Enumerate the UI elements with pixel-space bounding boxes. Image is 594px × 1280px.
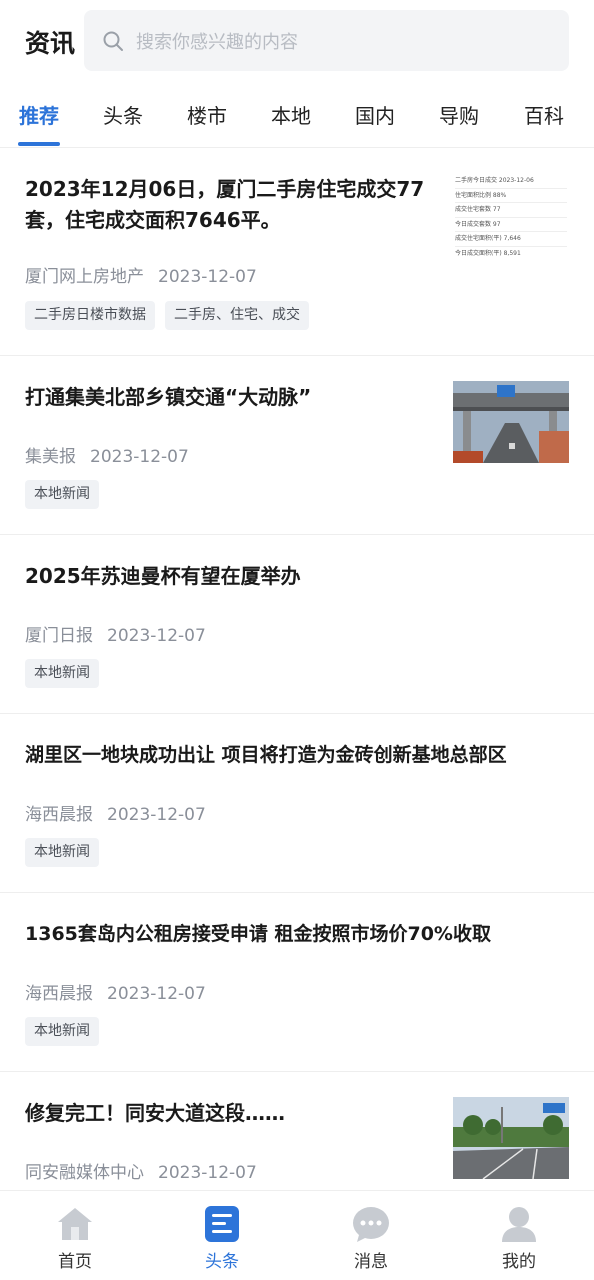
news-meta: 厦门网上房地产 2023-12-07 bbox=[25, 262, 257, 287]
news-tag[interactable]: 本地新闻 bbox=[25, 659, 99, 688]
nav-headlines-label: 头条 bbox=[205, 1252, 239, 1272]
news-tags: 本地新闻 bbox=[25, 659, 99, 688]
news-title: 修复完工！同安大道这段…… bbox=[25, 1101, 285, 1125]
news-tags: 二手房日楼市数据 二手房、住宅、成交 bbox=[25, 301, 309, 330]
news-title: 2025年苏迪曼杯有望在厦举办 bbox=[25, 564, 301, 588]
search-icon bbox=[103, 31, 123, 51]
page-title: 资讯 bbox=[25, 29, 76, 58]
news-tag[interactable]: 二手房日楼市数据 bbox=[25, 301, 155, 330]
message-icon bbox=[353, 1207, 389, 1242]
news-title: 湖里区一地块成功出让 项目将打造为金砖创新基地总部区 bbox=[25, 744, 507, 766]
news-date: 2023-12-07 bbox=[107, 626, 206, 646]
search-input[interactable]: 搜索你感兴趣的内容 bbox=[84, 10, 569, 71]
tab-shopping[interactable]: 导购 bbox=[439, 100, 479, 129]
tab-local[interactable]: 本地 bbox=[271, 100, 311, 129]
road-overpass-image bbox=[453, 381, 569, 463]
nav-profile-label: 我的 bbox=[502, 1252, 536, 1272]
news-tags: 本地新闻 bbox=[25, 1017, 99, 1046]
news-item[interactable]: 打通集美北部乡镇交通“大动脉” 集美报 2023-12-07 本地新闻 bbox=[0, 356, 594, 535]
news-date: 2023-12-07 bbox=[158, 1163, 257, 1183]
thumbnail-row: 成交住宅面积(平) 7,646 bbox=[455, 232, 567, 247]
nav-profile[interactable]: 我的 bbox=[469, 1205, 569, 1272]
news-tag[interactable]: 本地新闻 bbox=[25, 838, 99, 867]
news-item[interactable]: 修复完工！同安大道这段…… 同安融媒体中心 2023-12-07 bbox=[0, 1072, 594, 1192]
news-source: 厦门日报 bbox=[25, 626, 93, 646]
thumbnail-row: 成交住宅套数 77 bbox=[455, 203, 567, 218]
news-date: 2023-12-07 bbox=[107, 805, 206, 825]
bottom-nav: 首页 头条 消息 我的 bbox=[0, 1190, 594, 1280]
home-icon bbox=[58, 1208, 92, 1240]
news-meta: 同安融媒体中心 2023-12-07 bbox=[25, 1158, 257, 1183]
news-meta: 集美报 2023-12-07 bbox=[25, 442, 189, 467]
news-source: 海西晨报 bbox=[25, 984, 93, 1004]
news-tags: 本地新闻 bbox=[25, 480, 99, 509]
news-source: 海西晨报 bbox=[25, 805, 93, 825]
nav-messages[interactable]: 消息 bbox=[321, 1205, 421, 1272]
thumbnail-row: 今日成交套数 97 bbox=[455, 218, 567, 232]
news-tag[interactable]: 二手房、住宅、成交 bbox=[165, 301, 309, 330]
news-tag[interactable]: 本地新闻 bbox=[25, 1017, 99, 1046]
news-meta: 海西晨报 2023-12-07 bbox=[25, 979, 206, 1004]
tab-recommended[interactable]: 推荐 bbox=[19, 100, 59, 129]
news-date: 2023-12-07 bbox=[107, 984, 206, 1004]
news-item[interactable]: 1365套岛内公租房接受申请 租金按照市场价70%收取 海西晨报 2023-12-… bbox=[0, 893, 594, 1072]
nav-messages-label: 消息 bbox=[354, 1252, 388, 1272]
news-item[interactable]: 湖里区一地块成功出让 项目将打造为金砖创新基地总部区 海西晨报 2023-12-0… bbox=[0, 714, 594, 893]
profile-icon bbox=[502, 1207, 536, 1242]
search-placeholder: 搜索你感兴趣的内容 bbox=[136, 31, 298, 53]
news-meta: 海西晨报 2023-12-07 bbox=[25, 800, 206, 825]
news-thumbnail[interactable]: 二手房今日成交 2023-12-06 住宅面积比例 88% 成交住宅套数 77 … bbox=[453, 174, 569, 256]
news-source: 集美报 bbox=[25, 447, 76, 467]
news-date: 2023-12-07 bbox=[158, 267, 257, 287]
news-thumbnail[interactable] bbox=[453, 381, 569, 463]
news-thumbnail[interactable] bbox=[453, 1097, 569, 1179]
header-bar: 资讯 搜索你感兴趣的内容 bbox=[0, 0, 594, 84]
news-tag[interactable]: 本地新闻 bbox=[25, 480, 99, 509]
news-title: 2023年12月06日，厦门二手房住宅成交77 套，住宅成交面积7646平。 bbox=[25, 174, 425, 236]
news-title-line: 2023年12月06日，厦门二手房住宅成交77 bbox=[25, 177, 425, 201]
news-item[interactable]: 2025年苏迪曼杯有望在厦举办 厦门日报 2023-12-07 本地新闻 bbox=[0, 535, 594, 714]
nav-home[interactable]: 首页 bbox=[25, 1205, 125, 1272]
news-title: 打通集美北部乡镇交通“大动脉” bbox=[25, 385, 312, 409]
thumbnail-data-table: 二手房今日成交 2023-12-06 住宅面积比例 88% 成交住宅套数 77 … bbox=[455, 174, 567, 256]
news-title: 1365套岛内公租房接受申请 租金按照市场价70%收取 bbox=[25, 923, 491, 945]
thumbnail-row: 今日成交面积(平) 8,591 bbox=[455, 249, 521, 257]
tab-property[interactable]: 楼市 bbox=[187, 100, 227, 129]
news-source: 厦门网上房地产 bbox=[25, 267, 144, 287]
tab-headlines[interactable]: 头条 bbox=[103, 100, 143, 129]
news-tags: 本地新闻 bbox=[25, 838, 99, 867]
news-source: 同安融媒体中心 bbox=[25, 1163, 144, 1183]
tab-active-indicator bbox=[18, 142, 60, 146]
news-title-line: 套，住宅成交面积7646平。 bbox=[25, 208, 281, 232]
news-item[interactable]: 2023年12月06日，厦门二手房住宅成交77 套，住宅成交面积7646平。 厦… bbox=[0, 148, 594, 356]
category-tabs: 推荐 头条 楼市 本地 国内 导购 百科 bbox=[0, 84, 594, 148]
nav-headlines[interactable]: 头条 bbox=[172, 1205, 272, 1272]
thumbnail-row: 住宅面积比例 88% bbox=[455, 189, 567, 203]
news-meta: 厦门日报 2023-12-07 bbox=[25, 621, 206, 646]
nav-home-label: 首页 bbox=[58, 1252, 92, 1272]
headlines-icon bbox=[205, 1206, 239, 1242]
tab-domestic[interactable]: 国内 bbox=[355, 100, 395, 129]
news-feed: 2023年12月06日，厦门二手房住宅成交77 套，住宅成交面积7646平。 厦… bbox=[0, 148, 594, 1192]
road-avenue-image bbox=[453, 1097, 569, 1179]
thumbnail-row: 二手房今日成交 2023-12-06 bbox=[455, 174, 567, 189]
news-date: 2023-12-07 bbox=[90, 447, 189, 467]
tab-encyclopedia[interactable]: 百科 bbox=[524, 100, 564, 129]
